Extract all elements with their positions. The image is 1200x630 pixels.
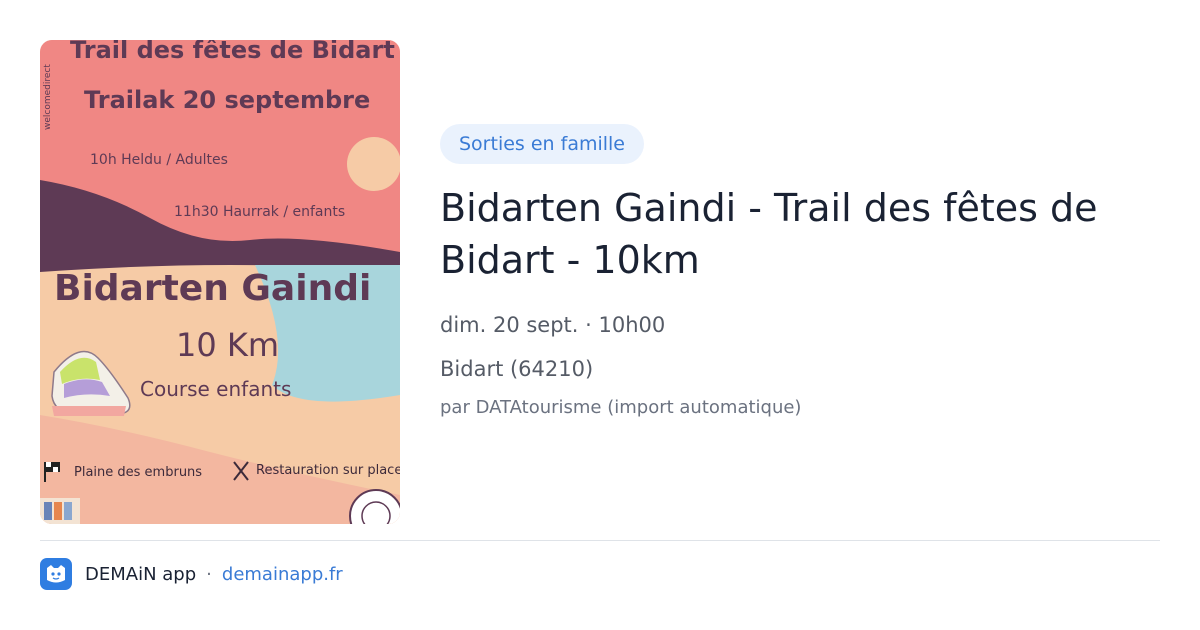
poster-side-text: welcomedirect (43, 64, 53, 130)
partner-logo (40, 498, 80, 524)
category-tag[interactable]: Sorties en famille (440, 124, 644, 164)
poster-headline: Bidarten Gaindi (54, 268, 371, 309)
app-logo-icon[interactable] (40, 558, 72, 590)
sun-shape (347, 137, 400, 191)
event-image[interactable]: Trail des fêtes de Bidart Trailak 20 sep… (40, 40, 400, 524)
app-domain-link[interactable]: demainapp.fr (222, 564, 343, 585)
event-poster: Trail des fêtes de Bidart Trailak 20 sep… (40, 40, 400, 524)
poster-place: Plaine des embruns (74, 465, 202, 480)
poster-line2: Trailak 20 septembre (84, 86, 370, 114)
app-name: DEMAiN app (85, 563, 197, 585)
poster-distance: 10 Km (176, 326, 279, 364)
poster-kids: Course enfants (140, 377, 291, 401)
poster-line3: 10h Heldu / Adultes (90, 152, 228, 168)
event-title[interactable]: Bidarten Gaindi - Trail des fêtes de Bid… (440, 182, 1160, 286)
footer-separator: · (206, 563, 212, 585)
poster-food: Restauration sur place (256, 463, 400, 478)
event-datetime: dim. 20 sept. · 10h00 (440, 313, 666, 337)
event-location: Bidart (64210) (440, 357, 594, 381)
footer: DEMAiN app · demainapp.fr (40, 558, 343, 590)
event-source: par DATAtourisme (import automatique) (440, 397, 802, 418)
poster-line1: Trail des fêtes de Bidart (70, 40, 395, 64)
poster-line4: 11h30 Haurrak / enfants (174, 204, 345, 220)
footer-divider (40, 540, 1160, 541)
event-details: Sorties en famille Bidarten Gaindi - Tra… (440, 124, 1160, 423)
